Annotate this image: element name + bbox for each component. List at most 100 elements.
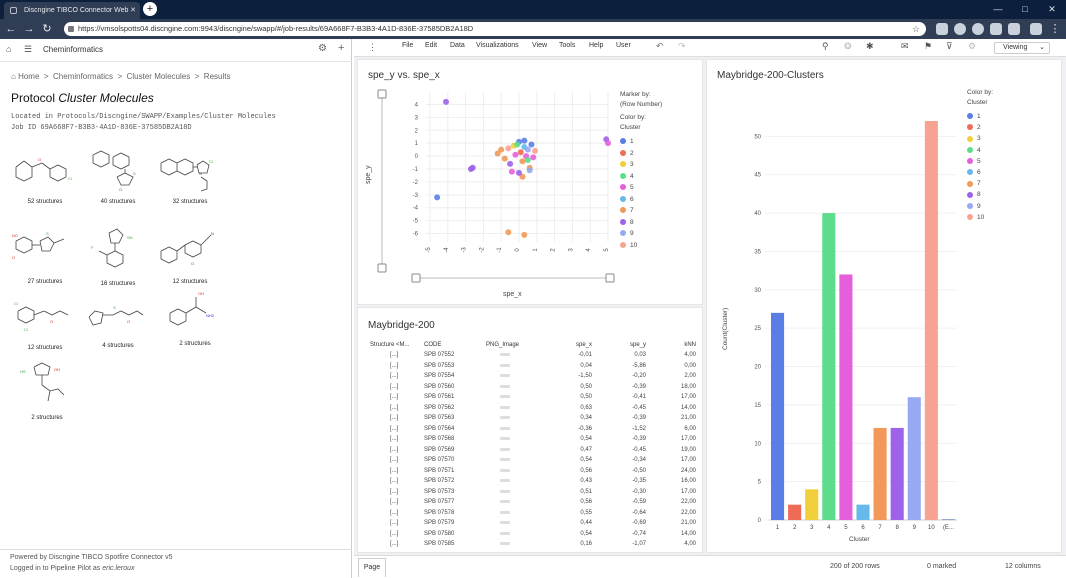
bar[interactable] bbox=[907, 397, 921, 520]
home-icon[interactable]: ⌂ bbox=[6, 44, 11, 54]
legend-item[interactable]: 7 bbox=[620, 205, 662, 217]
scatter-point[interactable] bbox=[526, 167, 533, 174]
bar[interactable] bbox=[890, 427, 904, 520]
column-header[interactable]: kNN bbox=[648, 340, 698, 350]
table-row[interactable]: [...] SPB 07578 0,55 -0,64 22,00 bbox=[368, 508, 698, 519]
table-row[interactable]: [...] SPB 07585 0,16 -1,07 4,00 bbox=[368, 539, 698, 550]
table-row[interactable]: [...] SPB 07553 0,04 -5,86 0,00 bbox=[368, 361, 698, 372]
scatter-point[interactable] bbox=[532, 147, 539, 154]
table-row[interactable]: [...] SPB 07579 0,44 -0,69 21,00 bbox=[368, 518, 698, 529]
table-row[interactable]: [...] SPB 07580 0,54 -0,74 14,00 bbox=[368, 529, 698, 540]
undo-icon[interactable]: ↶ bbox=[656, 41, 664, 52]
scatter-point[interactable] bbox=[505, 229, 512, 236]
scatter-point[interactable] bbox=[514, 141, 521, 148]
bookmarks-icon[interactable]: ⚑ bbox=[924, 41, 932, 52]
column-header[interactable]: spe_x bbox=[546, 340, 594, 350]
extension-icon[interactable] bbox=[990, 23, 1002, 35]
url-field[interactable]: https://vmsolspotts04.discngine.com:9943… bbox=[64, 22, 926, 36]
breadcrumb-home[interactable]: Home bbox=[18, 72, 39, 81]
table-row[interactable]: [...] SPB 07571 0,56 -0,50 24,00 bbox=[368, 466, 698, 477]
back-icon[interactable]: ← bbox=[4, 21, 18, 37]
cluster-card[interactable]: SO 4 structures bbox=[83, 293, 153, 349]
breadcrumb-cheminformatics[interactable]: Cheminformatics bbox=[53, 72, 113, 81]
cluster-card[interactable]: OH NH2 2 structures bbox=[160, 289, 230, 347]
close-tab-icon[interactable]: ✕ bbox=[130, 2, 136, 19]
legend-item[interactable]: 7 bbox=[967, 178, 993, 189]
table-row[interactable]: [...] SPB 07564 -0,36 -1,52 6,00 bbox=[368, 424, 698, 435]
cluster-card[interactable]: NO O S 27 structures bbox=[10, 225, 80, 285]
cluster-card[interactable]: SO 40 structures bbox=[83, 147, 153, 205]
color-by-value[interactable]: Cluster bbox=[620, 123, 662, 133]
menu-help[interactable]: Help bbox=[589, 42, 603, 49]
cluster-card[interactable]: NO 12 structures bbox=[155, 225, 225, 285]
menu-tools[interactable]: Tools bbox=[559, 42, 575, 49]
menu-edit[interactable]: Edit bbox=[425, 42, 437, 49]
more-options-icon[interactable]: ⋮ bbox=[368, 42, 377, 53]
bar[interactable] bbox=[839, 274, 853, 520]
bar[interactable] bbox=[822, 213, 836, 520]
legend-item[interactable]: 2 bbox=[967, 122, 993, 133]
legend-item[interactable]: 1 bbox=[967, 111, 993, 122]
legend-item[interactable]: 9 bbox=[967, 201, 993, 212]
scatter-point[interactable] bbox=[505, 145, 512, 152]
scatter-point[interactable] bbox=[519, 158, 526, 165]
settings-gear-icon[interactable]: ⚙ bbox=[318, 43, 327, 54]
table-row[interactable]: [...] SPB 07568 0,54 -0,39 17,00 bbox=[368, 434, 698, 445]
scatter-point[interactable] bbox=[512, 151, 519, 158]
cluster-card[interactable]: HS OH 2 structures bbox=[12, 359, 82, 421]
column-header[interactable]: CODE bbox=[422, 340, 484, 350]
bar[interactable] bbox=[856, 504, 870, 520]
table-row[interactable]: [...] SPB 07554 -1,50 -0,20 2,00 bbox=[368, 371, 698, 382]
scatter-point[interactable] bbox=[524, 156, 531, 163]
browser-tab[interactable]: Discngine TIBCO Connector Web ✕ bbox=[4, 2, 140, 19]
scatter-point[interactable] bbox=[530, 154, 537, 161]
legend-item[interactable]: 8 bbox=[967, 189, 993, 200]
minimize-window-icon[interactable]: — bbox=[986, 1, 1010, 17]
legend-item[interactable]: 2 bbox=[620, 148, 662, 160]
table-row[interactable]: [...] SPB 07562 0,63 -0,45 14,00 bbox=[368, 403, 698, 414]
menu-user[interactable]: User bbox=[616, 42, 631, 49]
marker-by-value[interactable]: (Row Number) bbox=[620, 100, 662, 110]
scatter-point[interactable] bbox=[469, 164, 476, 171]
legend-item[interactable]: 4 bbox=[620, 171, 662, 183]
scatter-panel[interactable]: spe_y vs. spe_x 4 3 2 1 0 -1 -2 -3 -4 -5 -6 -5 -4 -3-… bbox=[357, 59, 703, 305]
filter-icon[interactable]: ⊽ bbox=[946, 41, 953, 52]
color-by-value[interactable]: Cluster bbox=[967, 98, 993, 108]
legend-item[interactable]: 10 bbox=[967, 212, 993, 223]
scatter-point[interactable] bbox=[501, 155, 508, 162]
legend-item[interactable]: 3 bbox=[967, 133, 993, 144]
menu-data[interactable]: Data bbox=[450, 42, 465, 49]
legend-item[interactable]: 5 bbox=[967, 156, 993, 167]
column-header[interactable]: Structure <M... bbox=[368, 340, 422, 350]
legend-item[interactable]: 1 bbox=[620, 136, 662, 148]
scatter-point[interactable] bbox=[498, 146, 505, 153]
x-range-slider-handle[interactable] bbox=[411, 273, 421, 283]
bar-panel[interactable]: Maybridge-200-Clusters 0 5 10 15 20 25 30 35 40 4… bbox=[706, 59, 1062, 553]
extension-icon[interactable] bbox=[1030, 23, 1042, 35]
table-row[interactable]: [...] SPB 07552 -0,01 0,03 4,00 bbox=[368, 350, 698, 361]
cluster-card[interactable]: Cl Cl O 12 structures bbox=[10, 295, 80, 351]
menu-file[interactable]: File bbox=[402, 42, 413, 49]
cluster-card[interactable]: Cl N 32 structures bbox=[155, 145, 225, 205]
legend-item[interactable]: 5 bbox=[620, 182, 662, 194]
scatter-point[interactable] bbox=[517, 149, 524, 156]
search-icon[interactable]: ⚲ bbox=[822, 41, 829, 52]
legend-item[interactable]: 10 bbox=[620, 240, 662, 252]
table-row[interactable]: [...] SPB 07563 0,34 -0,39 21,00 bbox=[368, 413, 698, 424]
table-row[interactable]: [...] SPB 07569 0,47 -0,45 19,00 bbox=[368, 445, 698, 456]
x-range-slider-handle[interactable] bbox=[605, 273, 615, 283]
column-header[interactable]: spe_y bbox=[594, 340, 648, 350]
reload-icon[interactable]: ↻ bbox=[40, 21, 54, 37]
legend-item[interactable]: 3 bbox=[620, 159, 662, 171]
extension-icon[interactable] bbox=[954, 23, 966, 35]
cluster-card[interactable]: Cl O 52 structures bbox=[10, 147, 80, 205]
bar[interactable] bbox=[805, 489, 819, 520]
bookmark-star-icon[interactable]: ☆ bbox=[912, 22, 920, 36]
scatter-point[interactable] bbox=[524, 146, 531, 153]
scatter-point[interactable] bbox=[516, 169, 522, 176]
settings-gear-icon[interactable]: ⚙ bbox=[968, 41, 976, 52]
table-row[interactable]: [...] SPB 07560 0,50 -0,39 18,00 bbox=[368, 382, 698, 393]
scatter-point[interactable] bbox=[521, 137, 528, 144]
bar[interactable] bbox=[771, 312, 785, 520]
breadcrumb-cluster-molecules[interactable]: Cluster Molecules bbox=[127, 72, 191, 81]
